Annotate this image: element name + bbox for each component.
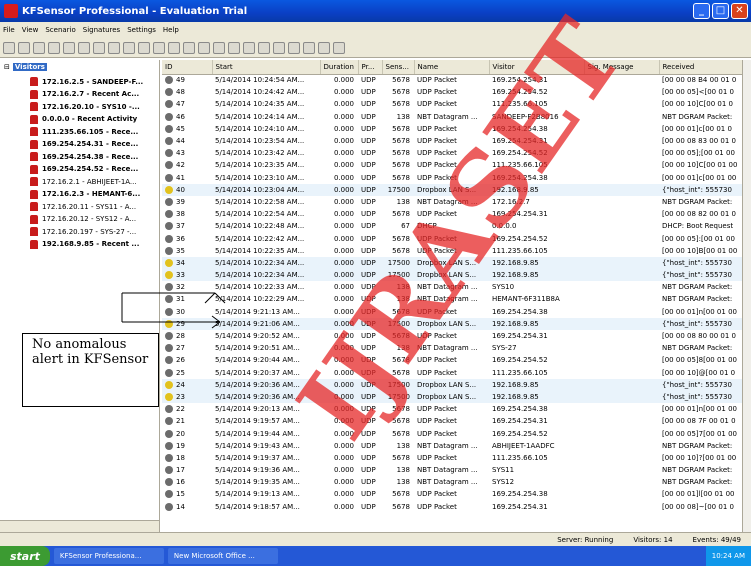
callout-arrows: [121, 292, 226, 329]
annotation-callout: No anomalous alert in KFSensor: [22, 333, 159, 407]
